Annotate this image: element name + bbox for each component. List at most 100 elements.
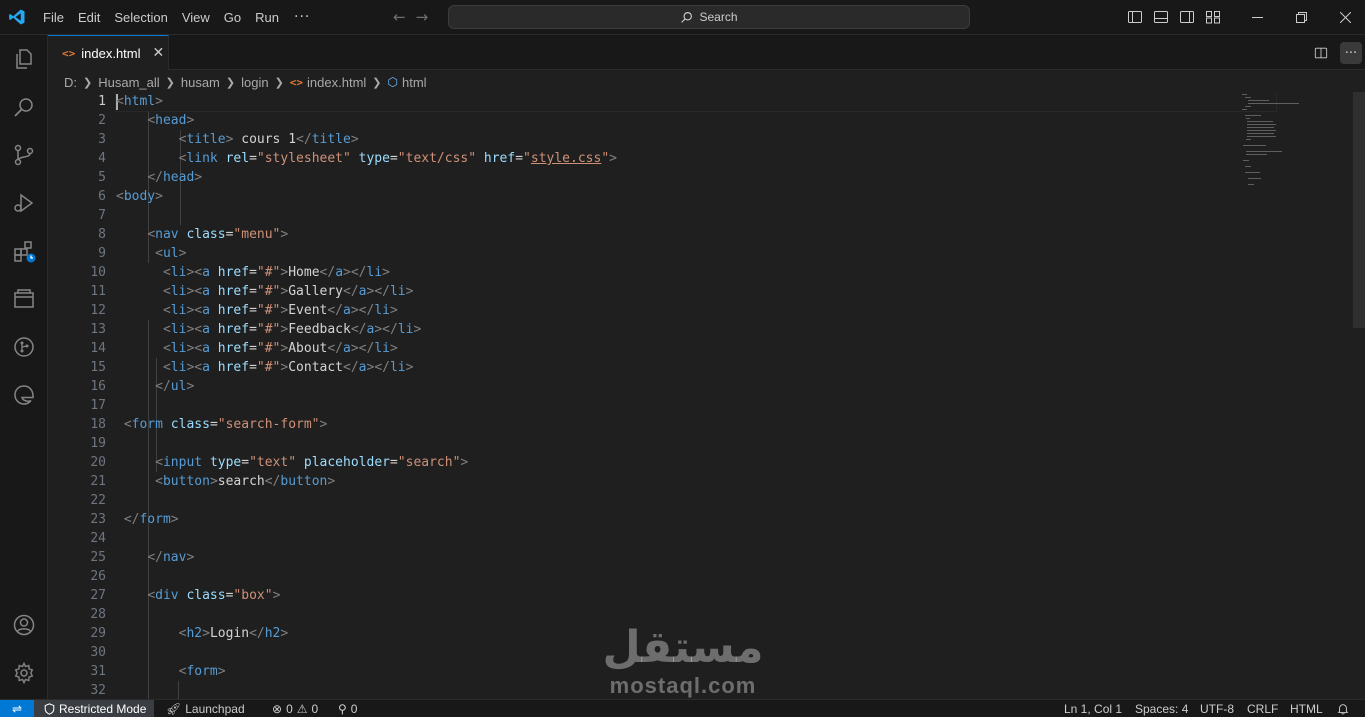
editor-tab-bar: <> index.html ✕ ···: [48, 35, 1365, 70]
code-line-6: <body>: [116, 189, 163, 204]
line-number: 21: [90, 474, 106, 489]
notifications-item[interactable]: [1337, 700, 1349, 717]
restore-button[interactable]: [1279, 0, 1323, 35]
line-number: 22: [90, 493, 106, 508]
edge-browser-icon[interactable]: [12, 383, 36, 407]
menu-run[interactable]: Run: [248, 0, 286, 35]
code-line-25: </nav>: [147, 550, 195, 565]
antenna-icon: ⚲: [338, 702, 347, 716]
code-editor[interactable]: 1 2 3 4 5 6 7 8 9 10 11 12 13 14 15 16 17 18 19 20 21 22 23 24 2…: [48, 92, 1365, 699]
breadcrumb-folder-husam-all[interactable]: Husam_all: [98, 75, 159, 90]
arrow-left-icon[interactable]: ←: [393, 8, 406, 26]
search-icon[interactable]: [12, 95, 36, 119]
minimap-line: [1246, 133, 1274, 134]
menu-view[interactable]: View: [175, 0, 217, 35]
extensions-icon[interactable]: [12, 239, 36, 263]
line-number: 4: [98, 151, 106, 166]
menu-file[interactable]: File: [36, 0, 71, 35]
layout-controls: [1127, 9, 1221, 25]
close-window-button[interactable]: [1323, 0, 1365, 35]
code-line-4: <link rel="stylesheet" type="text/css" h…: [178, 151, 617, 166]
menu-more-icon[interactable]: ···: [286, 0, 318, 35]
more-actions-icon: ···: [1344, 45, 1358, 61]
search-label: Search: [699, 10, 738, 24]
minimize-icon: [1251, 17, 1263, 18]
tab-index-html[interactable]: <> index.html ✕: [48, 35, 169, 70]
code-lines: <html> <head> <title> cours 1</title> <l…: [115, 92, 1277, 699]
minimap-line: [1245, 172, 1261, 173]
remote-explorer-icon[interactable]: [12, 287, 36, 311]
launchpad-item[interactable]: 🚀︎ Launchpad: [166, 700, 245, 717]
error-count: 0: [286, 702, 293, 716]
line-number: 26: [90, 569, 106, 584]
line-number: 28: [90, 607, 106, 622]
line-number: 19: [90, 436, 106, 451]
line-number: 16: [90, 379, 106, 394]
toggle-panel-icon[interactable]: [1153, 9, 1169, 25]
tab-close-icon[interactable]: ✕: [153, 45, 165, 61]
ports-item[interactable]: ⚲ 0: [338, 700, 357, 717]
end-of-line[interactable]: CRLF: [1247, 700, 1278, 717]
language-mode[interactable]: HTML: [1290, 700, 1323, 717]
code-line-27: <div class="box">: [147, 588, 281, 603]
minimap-line: [1246, 154, 1267, 155]
remote-icon: ⇌: [11, 702, 23, 716]
vertical-scrollbar[interactable]: [1353, 92, 1365, 328]
code-line-13: <li><a href="#">Feedback</a></li>: [162, 322, 422, 337]
minimap-line: [1242, 94, 1248, 95]
breadcrumb-folder-login[interactable]: login: [241, 75, 268, 90]
run-debug-icon[interactable]: [12, 191, 36, 215]
breadcrumb-symbol-html[interactable]: html: [402, 75, 427, 90]
breadcrumb-file[interactable]: index.html: [307, 75, 366, 90]
minimap-line: [1246, 127, 1274, 128]
minimize-button[interactable]: [1235, 0, 1279, 35]
breadcrumb-folder-husam[interactable]: husam: [181, 75, 220, 90]
history-navigation: ← →: [393, 8, 428, 26]
toggle-primary-sidebar-icon[interactable]: [1127, 9, 1143, 25]
minimap[interactable]: [1238, 92, 1348, 202]
explorer-icon[interactable]: [12, 47, 36, 71]
minimap-line: [1246, 121, 1273, 122]
arrow-right-icon[interactable]: →: [416, 8, 429, 26]
breadcrumb: D: ❯ Husam_all ❯ husam ❯ login ❯ <> inde…: [64, 72, 427, 92]
restricted-mode-indicator[interactable]: Restricted Mode: [34, 700, 155, 717]
command-center-search[interactable]: Search: [448, 5, 970, 29]
source-control-icon[interactable]: [12, 143, 36, 167]
split-editor-button[interactable]: [1310, 42, 1332, 64]
code-line-21: <button>search</button>: [155, 474, 336, 489]
menu-edit[interactable]: Edit: [71, 0, 107, 35]
restore-icon: [1295, 12, 1307, 23]
menu-selection[interactable]: Selection: [107, 0, 174, 35]
git-graph-icon[interactable]: [12, 335, 36, 359]
breadcrumb-drive[interactable]: D:: [64, 75, 77, 90]
warning-icon: ⚠: [296, 702, 308, 716]
more-actions-button[interactable]: ···: [1340, 42, 1362, 64]
line-number: 9: [98, 246, 106, 261]
stylesheet-link[interactable]: style.css: [531, 151, 601, 166]
line-number: 6: [98, 189, 106, 204]
minimap-line: [1246, 118, 1250, 119]
minimap-line: [1246, 151, 1282, 152]
customize-layout-icon[interactable]: [1205, 9, 1221, 25]
cursor-position[interactable]: Ln 1, Col 1: [1064, 700, 1122, 717]
line-number: 24: [90, 531, 106, 546]
account-icon[interactable]: [12, 613, 36, 637]
menu-go[interactable]: Go: [217, 0, 248, 35]
line-number: 7: [98, 208, 106, 223]
title-bar: File Edit Selection View Go Run ··· ← → …: [0, 0, 1365, 35]
shield-icon: [44, 703, 55, 715]
encoding[interactable]: UTF-8: [1200, 700, 1234, 717]
remote-indicator[interactable]: ⇌: [0, 700, 34, 717]
line-number: 27: [90, 588, 106, 603]
problems-item[interactable]: ⊗ 0 ⚠ 0: [272, 700, 318, 717]
gear-icon[interactable]: [12, 661, 36, 685]
indentation[interactable]: Spaces: 4: [1135, 700, 1188, 717]
launchpad-label: Launchpad: [185, 702, 245, 716]
toggle-secondary-sidebar-icon[interactable]: [1179, 9, 1195, 25]
